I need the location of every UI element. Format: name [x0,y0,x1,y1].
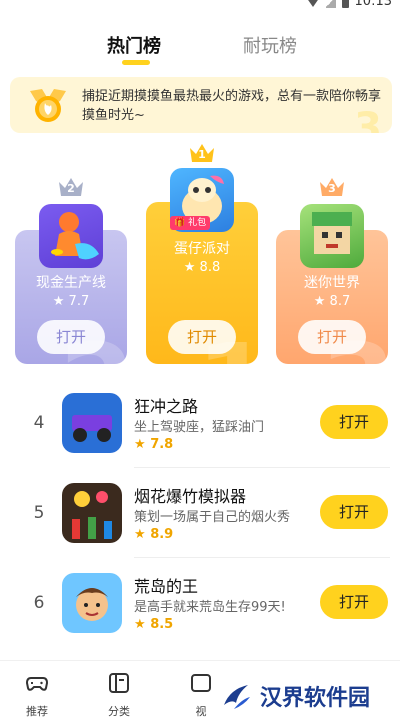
open-button[interactable]: 打开 [37,320,105,354]
podium-rank-number: 3 [328,182,336,195]
podium-rank-number: 2 [67,182,75,195]
game-icon-cash-line [39,204,103,268]
banner-decoration: 3 [354,105,382,133]
game-icon-mini-world [300,204,364,268]
list-item[interactable]: 4 狂冲之路 坐上驾驶座，猛踩油门 ★ 7.8 打开 [0,383,400,471]
game-description: 策划一场属于自己的烟火秀 [134,510,291,525]
rank-number: 4 [33,413,45,433]
podium-rank-1[interactable]: 1 1 🎁 礼包 蛋仔派对 ★ 8.8 打开 [146,142,258,364]
list-item[interactable]: 6 荒岛的王 是高手就来荒岛生存99天! ★ 8.5 打开 [0,563,400,651]
ranking-tabs: 热门榜 耐玩榜 [0,28,400,68]
nav-video-label: 视 [195,705,207,718]
nav-category-label: 分类 [108,705,130,718]
podium-rating: ★ 8.7 [313,294,351,309]
rank-number: 6 [33,593,45,613]
podium-game-name: 迷你世界 [304,275,360,291]
divider [134,557,390,558]
tab-durable[interactable]: 耐玩榜 [243,32,297,58]
game-rating: ★ 7.8 [134,437,174,452]
nav-recommend[interactable]: 推荐 [14,671,60,719]
video-icon [191,674,211,692]
status-bar: 10:13 [0,0,400,14]
open-button[interactable]: 打开 [320,405,388,439]
game-rating: ★ 8.9 [134,527,174,542]
open-button[interactable]: 打开 [298,320,366,354]
game-title: 狂冲之路 [134,397,199,416]
game-description: 是高手就来荒岛生存99天! [134,600,286,615]
game-description: 坐上驾驶座，猛踩油门 [134,420,265,435]
podium-game-name: 现金生产线 [36,275,106,291]
rank-number: 5 [33,503,45,523]
game-icon-dash-road [62,393,122,453]
battery-icon [341,0,349,8]
tab-indicator [122,60,150,65]
podium-rating: ★ 7.7 [52,294,90,309]
podium-game-name: 蛋仔派对 [174,241,230,257]
list-item[interactable]: 5 烟花爆竹模拟器 策划一场属于自己的烟火秀 ★ 8.9 打开 [0,473,400,561]
category-icon [109,673,129,693]
open-button[interactable]: 打开 [320,585,388,619]
podium-rank-number: 1 [198,148,206,161]
divider [134,467,390,468]
podium-rank-3[interactable]: 3 3 迷你世界 ★ 8.7 打开 [276,176,388,364]
medal-icon [30,89,66,122]
watermark-logo-icon [224,685,250,709]
intro-banner: 捕捉近期摸摸鱼最热最火的游戏，总有一款陪你畅享摸鱼时光~ 3 [10,77,392,133]
watermark-text: 汉界软件园 [260,686,371,711]
game-rating: ★ 8.5 [134,617,174,632]
nav-recommend-label: 推荐 [26,705,48,718]
game-icon-island-king [62,573,122,633]
tab-hot[interactable]: 热门榜 [107,32,161,58]
podium-rank-2[interactable]: 2 2 现金生产线 ★ 7.7 打开 [15,176,127,364]
signal-icon [325,0,336,8]
gamepad-icon [25,677,49,691]
nav-video[interactable]: 视 [178,671,224,719]
open-button[interactable]: 打开 [168,320,236,354]
nav-category[interactable]: 分类 [96,671,142,719]
wifi-icon [305,0,320,7]
game-title: 烟花爆竹模拟器 [134,487,247,506]
banner-text: 捕捉近期摸摸鱼最热最火的游戏，总有一款陪你畅享摸鱼时光~ [82,89,382,123]
gift-tag: 🎁 礼包 [170,216,211,230]
status-time: 10:13 [354,0,392,9]
podium-rating: ★ 8.8 [183,260,221,275]
watermark: 汉界软件园 [220,670,400,722]
game-title: 荒岛的王 [134,577,199,596]
game-icon-fireworks [62,483,122,543]
open-button[interactable]: 打开 [320,495,388,529]
